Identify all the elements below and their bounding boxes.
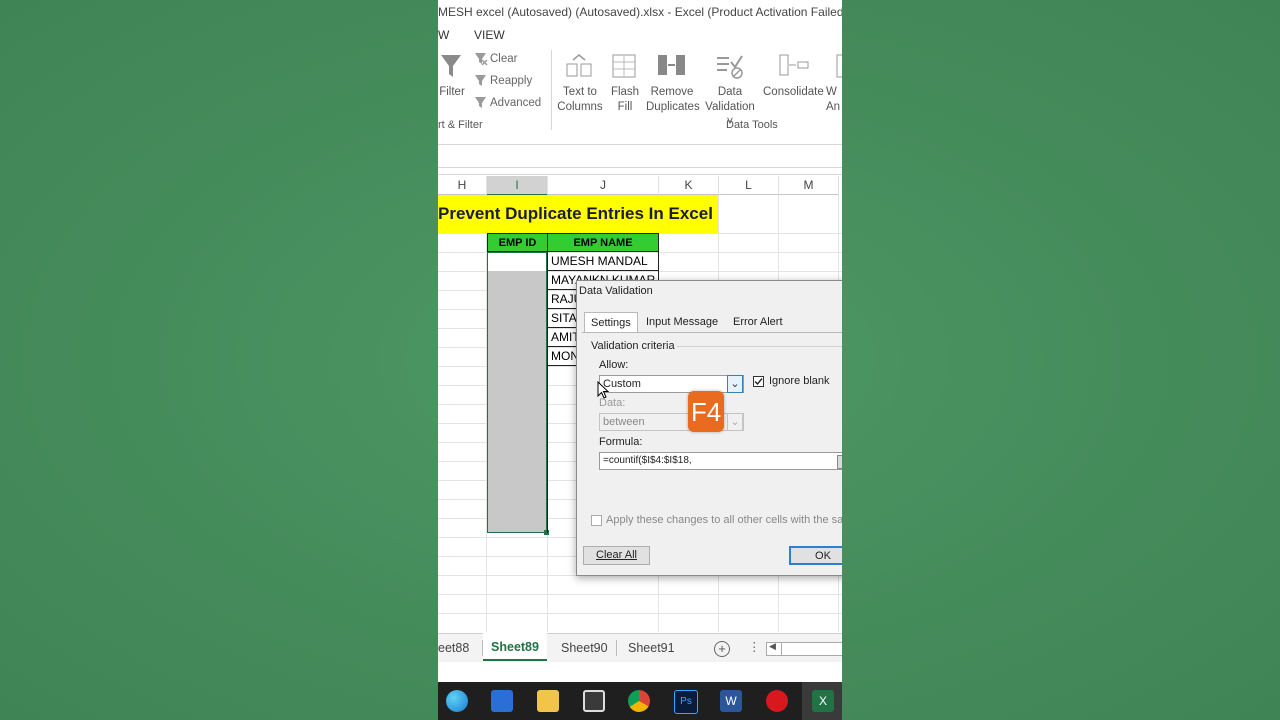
apply-all-checkbox[interactable] <box>591 515 602 526</box>
table-border <box>547 366 548 533</box>
edge-icon[interactable] <box>446 690 468 712</box>
ignore-blank-checkbox[interactable] <box>753 376 764 387</box>
ribbon-separator <box>551 50 552 130</box>
allow-select[interactable]: Custom ⌄ <box>599 375 744 393</box>
chevron-down-icon[interactable]: ⌄ <box>727 413 743 431</box>
chevron-down-icon[interactable]: ⌄ <box>727 375 743 393</box>
data-validation-icon <box>717 55 743 79</box>
more-options-icon[interactable]: ⋮ <box>748 639 761 654</box>
opera-icon[interactable] <box>766 690 788 712</box>
remove-duplicates-button[interactable]: Remove Duplicates <box>646 85 700 115</box>
column-header-k[interactable]: K <box>659 176 719 195</box>
window-title: MESH excel (Autosaved) (Autosaved).xlsx … <box>438 0 842 24</box>
ok-button[interactable]: OK <box>789 546 842 565</box>
sheet-tab-active[interactable]: Sheet89 <box>483 633 547 661</box>
apply-all-label: Apply these changes to all other cells w… <box>606 514 842 526</box>
taskbar: Ps W X <box>438 682 842 720</box>
sheet-tab[interactable]: Sheet91 <box>628 634 675 660</box>
clear-all-button[interactable]: Clear All <box>583 546 650 565</box>
sheet-title-cell[interactable]: Prevent Duplicate Entries In Excel <box>438 195 718 233</box>
advanced-button[interactable]: Advanced <box>490 96 541 111</box>
flash-fill-button[interactable]: Flash Fill <box>608 85 642 115</box>
column-header-h[interactable]: H <box>438 176 487 195</box>
data-tools-group-label: Data Tools <box>726 119 778 131</box>
formula-bar-input[interactable] <box>438 144 842 168</box>
column-header-l[interactable]: L <box>719 176 779 195</box>
column-header-m[interactable]: M <box>779 176 839 195</box>
clear-button[interactable]: Clear <box>490 52 517 67</box>
tab-error-alert[interactable]: Error Alert <box>727 312 789 332</box>
sheet-tabs-bar: eet88 Sheet89 Sheet90 Sheet91 + ⋮ ◀ <box>438 633 842 662</box>
chrome-icon[interactable] <box>628 690 650 712</box>
formula-value: =countif($I$4:$I$18, <box>603 455 692 466</box>
checkmark-icon <box>754 378 763 386</box>
sheet-tab[interactable]: eet88 <box>438 634 469 660</box>
add-sheet-icon[interactable]: + <box>714 641 730 657</box>
store-icon[interactable] <box>491 690 513 712</box>
photoshop-icon[interactable]: Ps <box>674 690 698 714</box>
emp-id-header[interactable]: EMP ID <box>487 233 548 252</box>
allow-label: Allow: <box>599 359 629 371</box>
emp-name-cell[interactable]: UMESH MANDAL <box>547 252 659 271</box>
formula-input[interactable]: =countif($I$4:$I$18, <box>599 452 842 470</box>
ignore-blank-label: Ignore blank <box>769 375 830 387</box>
active-cell[interactable] <box>488 253 546 271</box>
text-to-columns-icon <box>566 54 592 77</box>
sort-filter-group-label: rt & Filter <box>438 119 483 131</box>
ribbon: Filter Clear Reapply Advanced rt & Filte… <box>438 46 842 135</box>
filter-icon <box>441 55 461 77</box>
data-label: Data: <box>599 397 626 409</box>
camera-icon[interactable] <box>583 690 605 712</box>
data-value: between <box>603 416 645 428</box>
menu-item-w[interactable]: W <box>438 28 449 42</box>
reapply-button[interactable]: Reapply <box>490 74 532 89</box>
dialog-title: Data Validation <box>579 285 653 297</box>
excel-window: MESH excel (Autosaved) (Autosaved).xlsx … <box>438 0 842 720</box>
clear-filter-icon <box>475 53 488 66</box>
range-picker-icon[interactable] <box>837 455 842 469</box>
consolidate-button[interactable]: Consolidate <box>763 85 824 100</box>
validation-criteria-label: Validation criteria <box>591 340 675 352</box>
word-icon[interactable]: W <box>720 690 742 712</box>
file-explorer-icon[interactable] <box>537 690 559 712</box>
column-header-j[interactable]: J <box>548 176 659 195</box>
excel-icon[interactable]: X <box>812 690 834 712</box>
emp-name-header[interactable]: EMP NAME <box>547 233 659 252</box>
horizontal-scrollbar[interactable]: ◀ <box>766 641 842 656</box>
formula-label: Formula: <box>599 436 643 448</box>
tab-settings[interactable]: Settings <box>584 312 638 333</box>
tab-input-message[interactable]: Input Message <box>640 312 724 332</box>
text-to-columns-button[interactable]: Text to Columns <box>556 85 604 115</box>
consolidate-icon <box>779 54 809 76</box>
emp-id-selection[interactable] <box>487 252 547 533</box>
advanced-filter-icon <box>475 97 486 108</box>
what-if-button[interactable]: W An <box>826 85 842 115</box>
menu-item-view[interactable]: VIEW <box>474 28 505 42</box>
remove-duplicates-icon <box>658 55 685 75</box>
filter-button[interactable]: Filter <box>438 85 466 100</box>
column-header-i[interactable]: I <box>487 176 548 196</box>
menu-bar: W VIEW <box>438 24 842 46</box>
reapply-icon <box>475 75 486 86</box>
what-if-icon <box>836 54 842 78</box>
flash-fill-icon <box>612 54 636 78</box>
scroll-left-icon[interactable]: ◀ <box>769 641 776 652</box>
formula-bar <box>438 134 842 175</box>
section-divider <box>677 346 842 347</box>
sheet-tab[interactable]: Sheet90 <box>561 634 608 660</box>
keypress-overlay: F4 <box>688 391 724 432</box>
tab-divider <box>616 640 617 656</box>
